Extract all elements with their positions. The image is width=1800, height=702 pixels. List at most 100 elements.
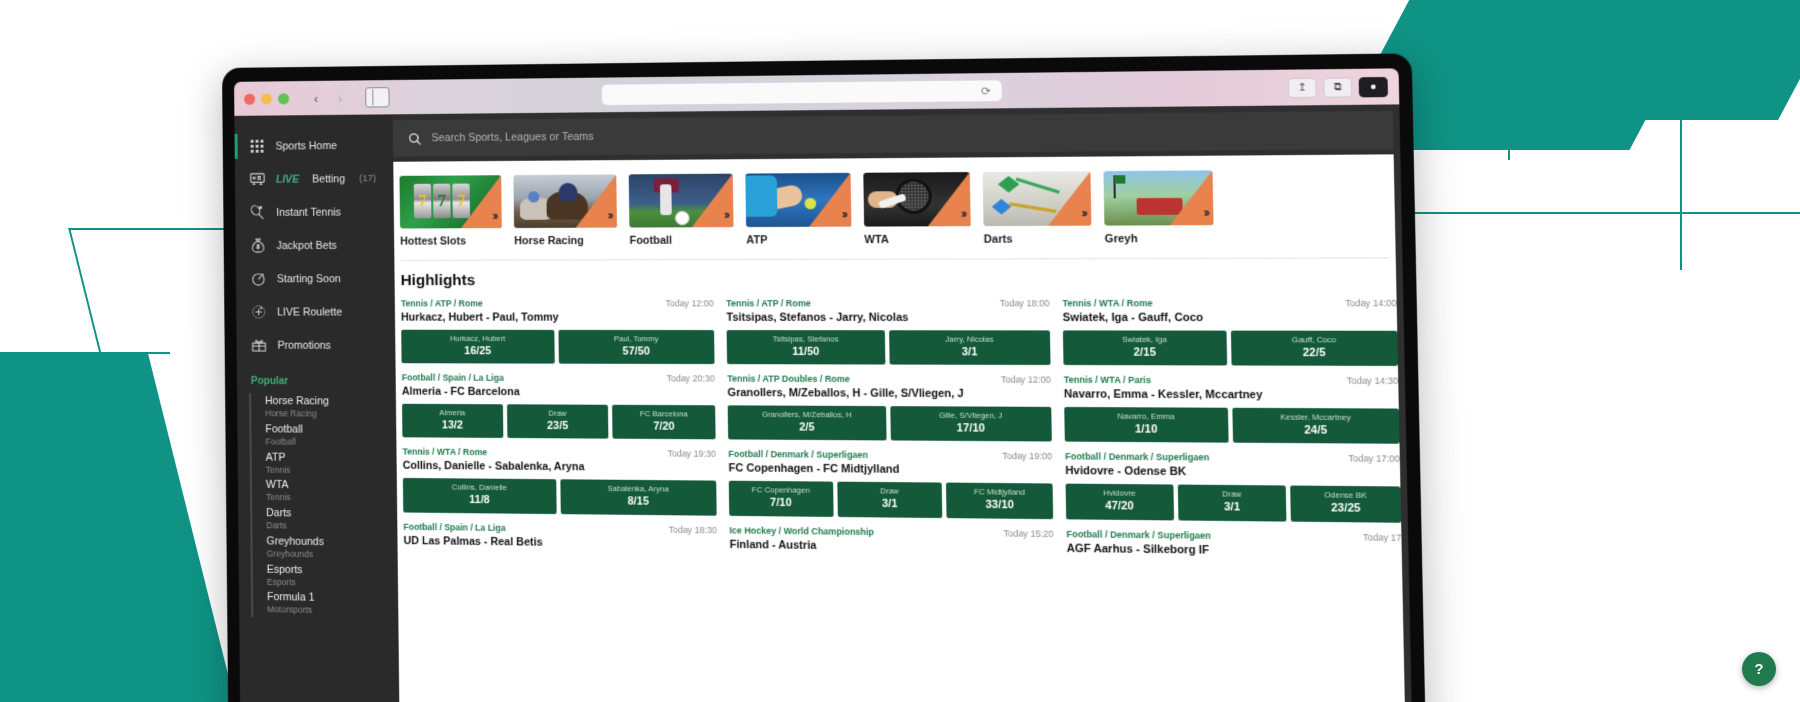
minimize-window-button[interactable] bbox=[261, 92, 273, 105]
match-teams: UD Las Palmas - Real Betis bbox=[403, 534, 543, 549]
sidebar-label-jackpot-bets: Jackpot Bets bbox=[276, 239, 337, 252]
search-bar[interactable] bbox=[392, 110, 1394, 157]
match-card[interactable]: Tennis / WTA / Rome Today 19:30 Collins,… bbox=[403, 447, 717, 525]
match-teams: Tsitsipas, Stefanos - Jarry, Nicolas bbox=[726, 311, 909, 325]
odds-value: 11/8 bbox=[469, 493, 490, 507]
odds-row: Hurkacz, Hubert 16/25 Paul, Tommy 57/50 bbox=[401, 329, 715, 365]
tile-horse-racing[interactable]: ›› Horse Racing bbox=[513, 174, 617, 247]
sidebar-item-live-roulette[interactable]: LIVE Roulette bbox=[236, 295, 395, 328]
odds-button[interactable]: Granollers, M/Zeballos, H 2/5 bbox=[727, 405, 887, 441]
sidebar-item-instant-tennis[interactable]: Instant Tennis bbox=[235, 195, 394, 229]
odds-button[interactable]: Draw 23/5 bbox=[506, 404, 609, 440]
sidebar-live-count: (17) bbox=[359, 173, 377, 185]
chevron-right-icon: ›› bbox=[1081, 205, 1086, 221]
odds-button[interactable]: Almeria 13/2 bbox=[402, 404, 503, 439]
odds-button[interactable]: Gauff, Coco 22/5 bbox=[1230, 330, 1398, 367]
odds-row: FC Copenhagen 7/10 Draw 3/1 FC Midtjylla… bbox=[728, 481, 1054, 519]
odds-button[interactable]: Sabalenka, Aryna 8/15 bbox=[560, 479, 717, 516]
match-league: Tennis / ATP / Rome bbox=[400, 298, 483, 309]
odds-button[interactable]: Tsitsipas, Stefanos 11/50 bbox=[726, 330, 886, 365]
odds-button[interactable]: Kessler, Mccartney 24/5 bbox=[1232, 407, 1400, 445]
highlights-grid: Tennis / ATP / Rome Today 12:00 Hurkacz,… bbox=[395, 298, 1402, 569]
odds-button[interactable]: FC Copenhagen 7/10 bbox=[728, 481, 834, 517]
popular-sub: Greyhounds bbox=[266, 548, 314, 560]
tile-atp[interactable]: ›› ATP bbox=[745, 172, 852, 247]
odds-label: Granollers, M/Zeballos, H bbox=[761, 410, 852, 420]
forward-button[interactable]: › bbox=[329, 88, 351, 108]
sidebar: Sports Home LIVE Betting (17) Instant Te… bbox=[234, 114, 400, 702]
sidebar-toggle-icon[interactable] bbox=[365, 87, 390, 108]
odds-button[interactable]: Draw 3/1 bbox=[836, 482, 943, 518]
match-time: Today 20:30 bbox=[666, 373, 715, 384]
match-card[interactable]: Tennis / ATP / Rome Today 12:00 Hurkacz,… bbox=[401, 298, 715, 373]
share-icon[interactable]: ↥ bbox=[1287, 77, 1317, 98]
match-league: Football / Spain / La Liga bbox=[403, 521, 506, 533]
sidebar-popular-atp[interactable]: ATP Tennis bbox=[249, 448, 397, 479]
match-card[interactable]: Football / Denmark / Superligaen Today 1… bbox=[1066, 528, 1402, 568]
match-card[interactable]: Tennis / ATP Doubles / Rome Today 12:00 … bbox=[727, 374, 1052, 452]
maximize-window-button[interactable] bbox=[277, 92, 290, 104]
sidebar-popular-esports[interactable]: Esports Esports bbox=[250, 560, 399, 592]
sidebar-popular-wta[interactable]: WTA Tennis bbox=[249, 476, 398, 507]
help-button[interactable]: ? bbox=[1742, 652, 1776, 686]
tabs-icon[interactable]: ⧉ bbox=[1323, 76, 1353, 98]
sidebar-popular-darts[interactable]: Darts Darts bbox=[250, 504, 398, 535]
odds-button[interactable]: Gille, S/Vliegen, J 17/10 bbox=[890, 406, 1052, 442]
sidebar-item-jackpot-bets[interactable]: Jackpot Bets bbox=[235, 228, 394, 262]
match-card[interactable]: Tennis / ATP / Rome Today 18:00 Tsitsipa… bbox=[726, 298, 1051, 375]
tile-hottest-slots[interactable]: 777 ›› Hottest Slots bbox=[399, 175, 502, 248]
sidebar-item-starting-soon[interactable]: Starting Soon bbox=[236, 262, 395, 296]
odds-label: Hurkacz, Hubert bbox=[449, 334, 506, 344]
match-card[interactable]: Tennis / WTA / Rome Today 14:00 Swiatek,… bbox=[1062, 298, 1398, 376]
odds-button[interactable]: Draw 3/1 bbox=[1177, 485, 1287, 522]
sidebar-item-sports-home[interactable]: Sports Home bbox=[235, 128, 394, 163]
sidebar-item-live-betting[interactable]: LIVE Betting (17) bbox=[235, 162, 394, 196]
sidebar-popular-formula-1[interactable]: Formula 1 Motorsports bbox=[250, 588, 399, 620]
odds-value: 33/10 bbox=[985, 498, 1014, 512]
odds-button[interactable]: Paul, Tommy 57/50 bbox=[558, 329, 715, 365]
odds-button[interactable]: FC Barcelona 7/20 bbox=[612, 405, 716, 440]
window-controls[interactable] bbox=[244, 92, 290, 105]
match-card[interactable]: Football / Denmark / Superligaen Today 1… bbox=[1065, 451, 1402, 532]
back-button[interactable]: ‹ bbox=[305, 88, 327, 108]
tile-football[interactable]: ›› Football bbox=[628, 173, 734, 247]
sidebar-popular-greyhounds[interactable]: Greyhounds Greyhounds bbox=[250, 532, 398, 563]
tile-greyhounds[interactable]: ›› Greyh bbox=[1103, 170, 1214, 246]
odds-button[interactable]: Jarry, Nicolas 3/1 bbox=[889, 330, 1051, 366]
odds-value: 8/15 bbox=[627, 495, 649, 508]
match-card[interactable]: Football / Denmark / Superligaen Today 1… bbox=[728, 449, 1054, 528]
reload-icon[interactable]: ⟳ bbox=[981, 84, 991, 98]
profile-icon[interactable]: ● bbox=[1358, 76, 1388, 97]
address-bar[interactable]: ⟳ bbox=[601, 80, 1002, 106]
popular-sub: Tennis bbox=[266, 492, 291, 503]
odds-button[interactable]: Collins, Danielle 11/8 bbox=[402, 478, 557, 514]
match-teams: Finland - Austria bbox=[729, 538, 817, 552]
odds-button[interactable]: Swiatek, Iga 2/15 bbox=[1062, 330, 1228, 366]
tile-image-greyhounds: ›› bbox=[1103, 170, 1214, 226]
sidebar-popular-horse-racing[interactable]: Horse Racing Horse Racing bbox=[249, 392, 397, 422]
odds-label: Draw bbox=[880, 487, 899, 497]
odds-button[interactable]: Navarro, Emma 1/10 bbox=[1064, 407, 1229, 444]
odds-value: 23/25 bbox=[1331, 501, 1361, 515]
odds-row: Collins, Danielle 11/8 Sabalenka, Aryna … bbox=[402, 478, 717, 516]
odds-value: 3/1 bbox=[961, 345, 978, 359]
match-card[interactable]: Tennis / WTA / Paris Today 14:30 Navarro… bbox=[1064, 375, 1400, 454]
match-teams: FC Copenhagen - FC Midtjylland bbox=[728, 462, 900, 477]
match-card[interactable]: Football / Spain / La Liga Today 20:30 A… bbox=[402, 373, 716, 450]
odds-button[interactable]: Odense BK 23/25 bbox=[1290, 485, 1402, 523]
odds-button[interactable]: Hvidovre 47/20 bbox=[1065, 484, 1174, 521]
sidebar-popular-football[interactable]: Football Football bbox=[249, 420, 397, 450]
odds-value: 47/20 bbox=[1105, 499, 1134, 513]
match-card[interactable]: Ice Hockey / World Championship Today 15… bbox=[729, 525, 1054, 564]
odds-button[interactable]: FC Midtjylland 33/10 bbox=[946, 483, 1054, 519]
sidebar-item-promotions[interactable]: Promotions bbox=[236, 329, 395, 363]
tile-darts[interactable]: ›› Darts bbox=[982, 171, 1092, 246]
match-card[interactable]: Football / Spain / La Liga Today 18:30 U… bbox=[403, 521, 717, 560]
search-input[interactable] bbox=[431, 123, 1378, 145]
navigation-buttons[interactable]: ‹ › bbox=[305, 88, 351, 109]
odds-button[interactable]: Hurkacz, Hubert 16/25 bbox=[401, 329, 555, 364]
odds-label: Almeria bbox=[439, 409, 466, 418]
close-window-button[interactable] bbox=[244, 93, 256, 105]
roulette-icon bbox=[250, 303, 267, 320]
tile-wta[interactable]: ›› WTA bbox=[863, 172, 971, 246]
